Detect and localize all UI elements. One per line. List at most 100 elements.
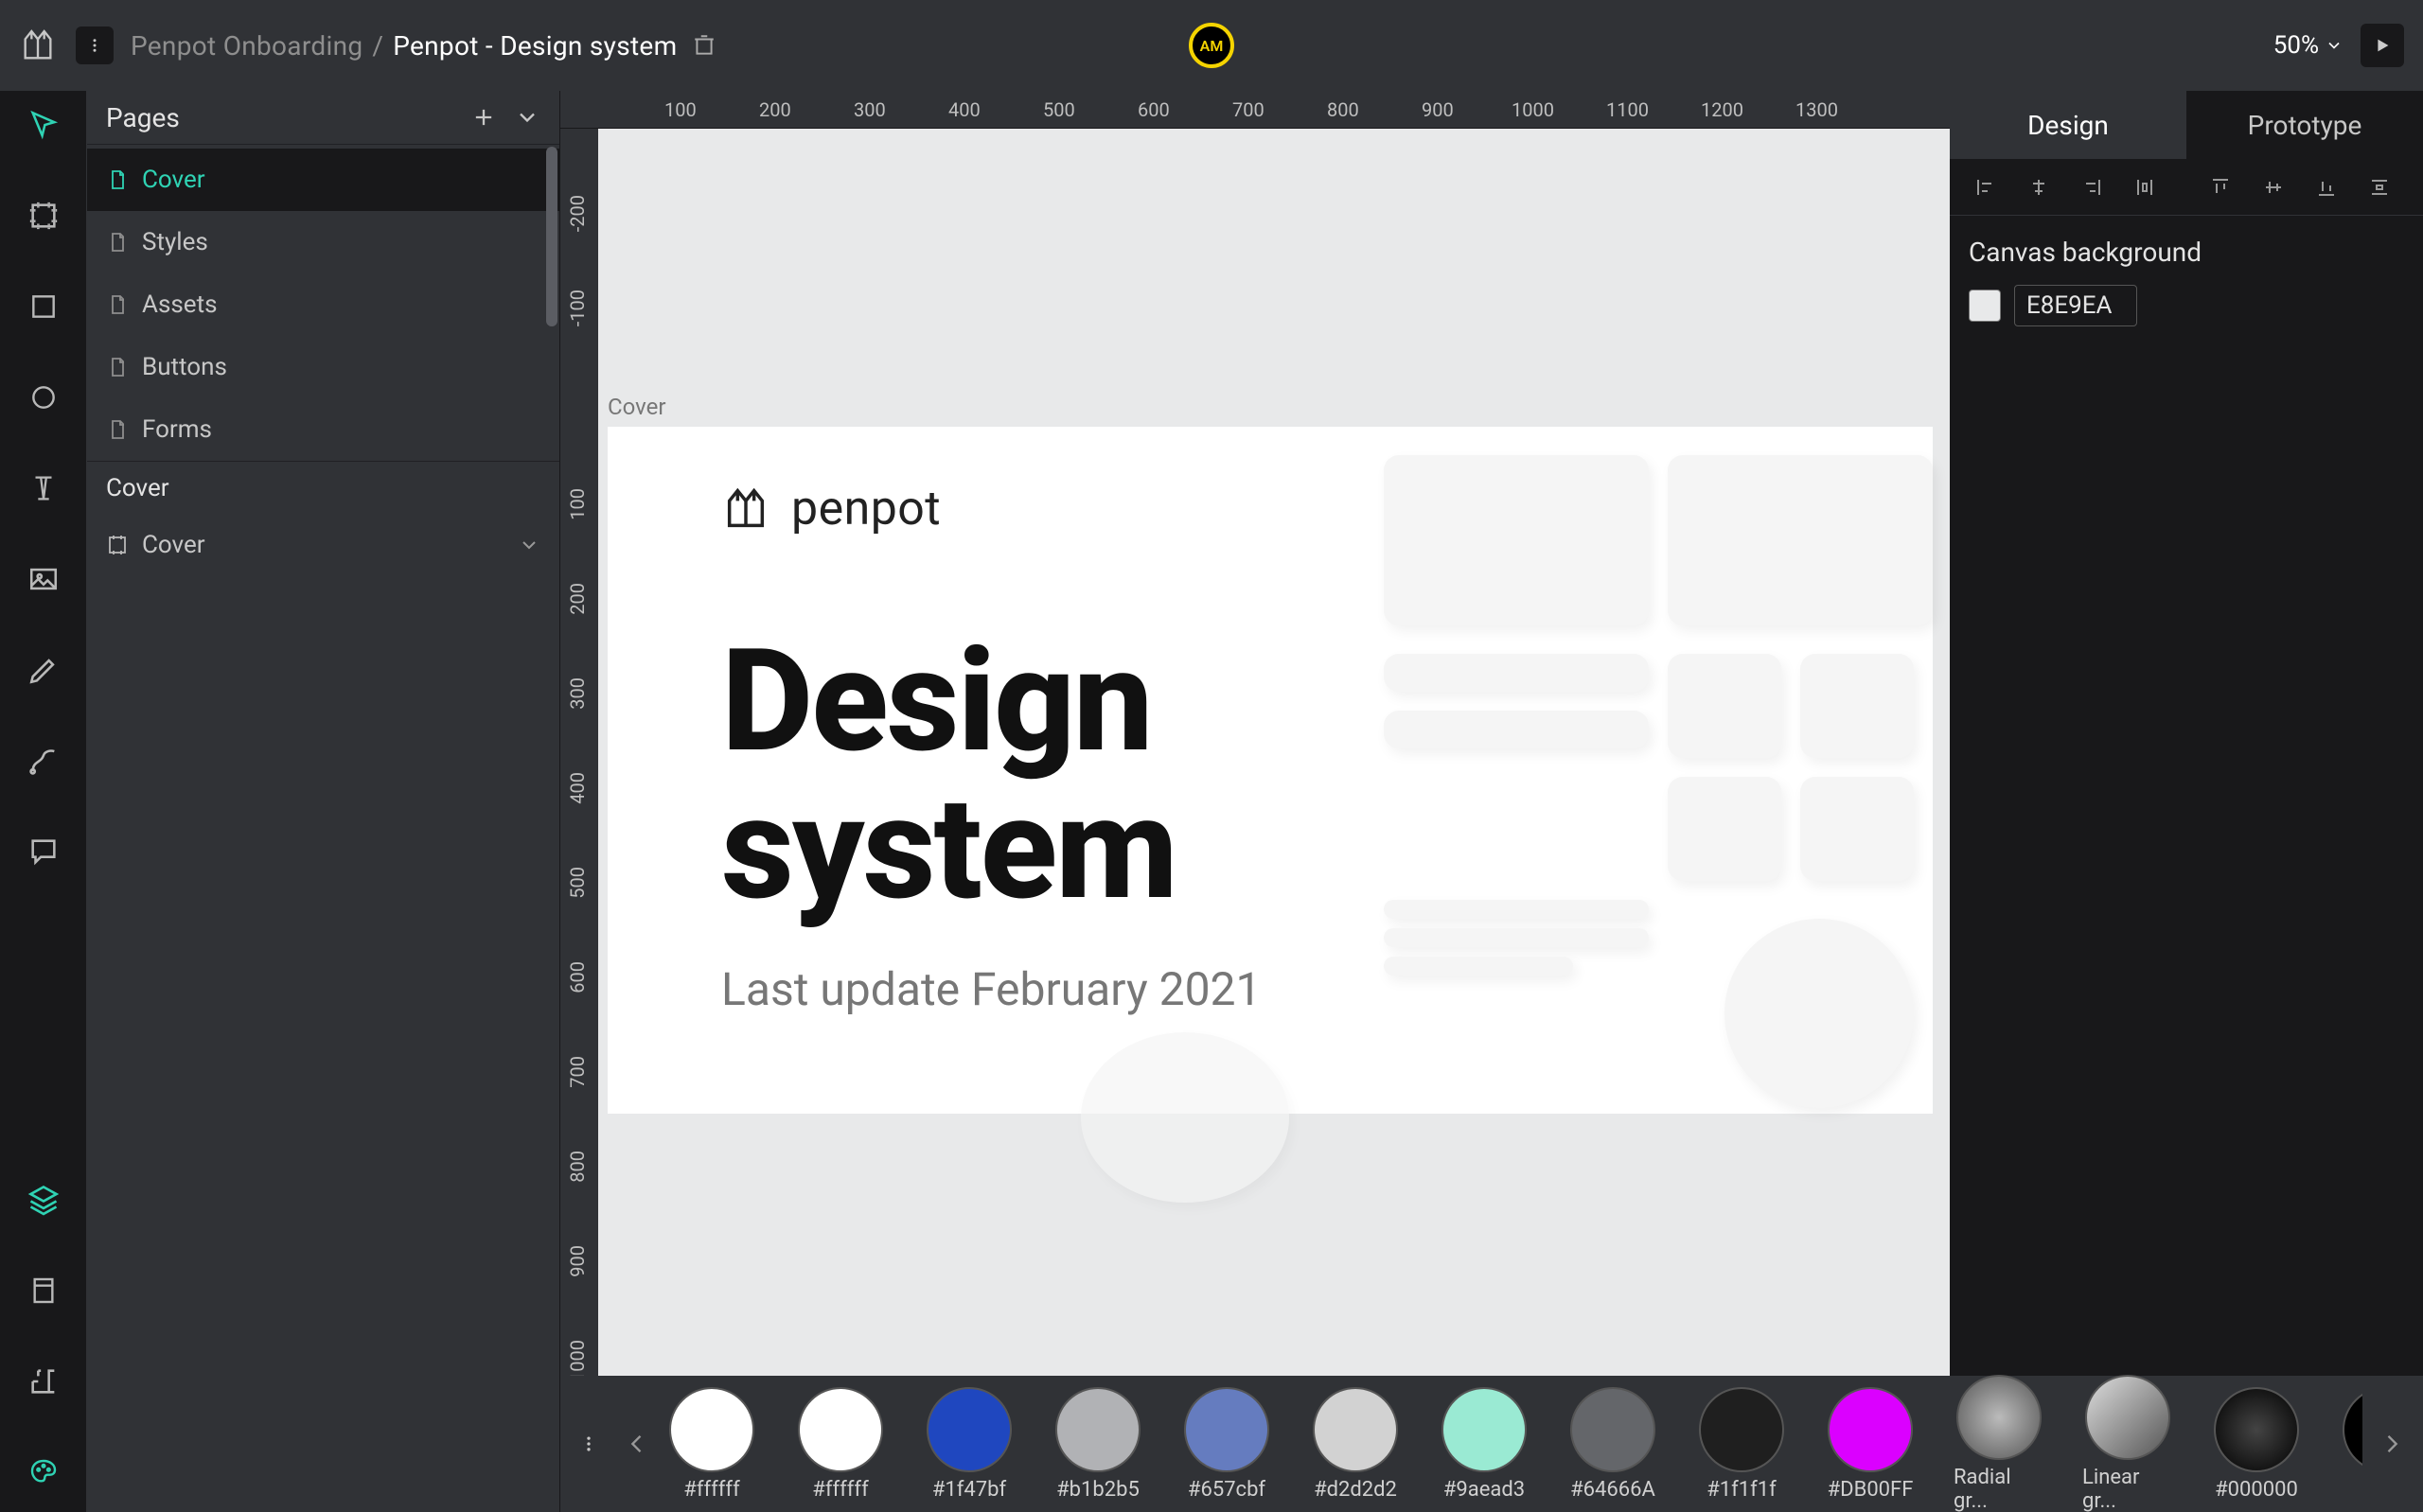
page-item-forms[interactable]: Forms <box>87 398 559 461</box>
image-tool[interactable] <box>17 553 70 606</box>
page-label: Cover <box>142 166 205 194</box>
page-icon <box>106 231 129 254</box>
ruler-tick: 100 <box>664 98 697 121</box>
pages-panel-header: Pages <box>87 91 559 144</box>
palette-color[interactable]: #ffffff <box>795 1387 886 1502</box>
palette-list: #ffffff #ffffff #1f47bf #b1b2b5 #657cbf #d2d2… <box>666 1375 2362 1512</box>
comment-tool[interactable] <box>17 825 70 878</box>
page-item-assets[interactable]: Assets <box>87 273 559 336</box>
pages-scrollbar[interactable] <box>546 147 557 326</box>
palette-color[interactable]: #64666A <box>1567 1387 1658 1502</box>
ruler-tick: 300 <box>566 677 589 710</box>
main-menu-button[interactable] <box>76 26 114 64</box>
palette-color[interactable]: #b1b2b5 <box>1052 1387 1143 1502</box>
palette-menu-button[interactable] <box>570 1431 608 1457</box>
palette-color[interactable]: #000000 <box>2211 1387 2302 1502</box>
page-icon <box>106 168 129 191</box>
palette-color-label: #9aead3 <box>1443 1478 1525 1502</box>
distribute-v-button[interactable] <box>2355 167 2404 208</box>
breadcrumb-project[interactable]: Penpot Onboarding <box>131 30 363 62</box>
align-right-button[interactable] <box>2067 167 2116 208</box>
horizontal-ruler[interactable]: 100 200 300 400 500 600 700 800 900 1000… <box>560 91 1950 129</box>
shared-library-icon[interactable] <box>692 33 716 58</box>
layers-root-label: Cover <box>106 474 169 502</box>
text-tool[interactable] <box>17 462 70 515</box>
palette-color[interactable]: #DB00FF <box>1825 1387 1916 1502</box>
canvas-bg-section-title: Canvas background <box>1950 216 2423 277</box>
brand-logo: penpot <box>721 482 941 536</box>
zoom-value: 50% <box>2273 31 2319 60</box>
frame-tool[interactable] <box>17 189 70 242</box>
align-top-button[interactable] <box>2196 167 2245 208</box>
canvas-bg-swatch[interactable] <box>1969 290 2001 322</box>
app-logo[interactable] <box>17 25 59 66</box>
align-left-button[interactable] <box>1961 167 2010 208</box>
page-icon <box>106 356 129 378</box>
user-initials: AM <box>1200 37 1224 55</box>
ruler-tick: 100 <box>566 488 589 520</box>
pages-list: Cover Styles Assets Buttons Forms <box>87 144 559 461</box>
palette-color[interactable]: Radi <box>2340 1387 2362 1502</box>
palette-color-label: #64666A <box>1570 1478 1655 1502</box>
layer-item-cover[interactable]: Cover <box>87 514 559 576</box>
vertical-ruler[interactable]: -200 -100 100 200 300 400 500 600 700 80… <box>560 129 598 1512</box>
tool-sidebar <box>0 91 87 1512</box>
palette-color[interactable]: #d2d2d2 <box>1310 1387 1401 1502</box>
page-label: Styles <box>142 228 208 256</box>
assets-panel-toggle[interactable] <box>17 1264 70 1317</box>
canvas-bg-hex-input[interactable]: E8E9EA <box>2014 285 2137 326</box>
add-page-button[interactable] <box>470 104 497 131</box>
palette-color[interactable]: Radial gr... <box>1954 1375 2044 1512</box>
align-hcenter-button[interactable] <box>2014 167 2063 208</box>
palette-prev-button[interactable] <box>615 1425 659 1463</box>
history-toggle[interactable] <box>17 1355 70 1408</box>
frame-icon <box>106 534 129 556</box>
page-label: Assets <box>142 290 218 319</box>
path-tool[interactable] <box>17 734 70 787</box>
layers-panel-toggle[interactable] <box>17 1173 70 1226</box>
palette-color[interactable]: Linear gr... <box>2082 1375 2173 1512</box>
palette-toggle[interactable] <box>17 1446 70 1499</box>
palette-color[interactable]: #1f47bf <box>924 1387 1015 1502</box>
user-avatar[interactable]: AM <box>1189 23 1234 68</box>
ruler-tick: 300 <box>854 98 886 121</box>
zoom-dropdown[interactable]: 50% <box>2273 31 2343 60</box>
breadcrumb: Penpot Onboarding / Penpot - Design syst… <box>131 30 716 62</box>
palette-color[interactable]: #1f1f1f <box>1696 1387 1787 1502</box>
artboard-label[interactable]: Cover <box>608 394 665 420</box>
palette-color-label: #ffffff <box>683 1478 739 1502</box>
page-item-buttons[interactable]: Buttons <box>87 336 559 398</box>
ruler-tick: 400 <box>948 98 981 121</box>
chevron-down-icon[interactable] <box>518 534 540 556</box>
left-panel: Pages Cover Styles Assets <box>87 91 560 1512</box>
palette-next-button[interactable] <box>2370 1425 2414 1463</box>
palette-color-label: #b1b2b5 <box>1056 1478 1140 1502</box>
align-bottom-button[interactable] <box>2302 167 2351 208</box>
artboard-cover[interactable]: penpot Design system Last update Februar… <box>608 427 1933 1114</box>
palette-color[interactable]: #9aead3 <box>1439 1387 1530 1502</box>
align-vcenter-button[interactable] <box>2249 167 2298 208</box>
view-mode-button[interactable] <box>2361 24 2404 67</box>
tab-prototype[interactable]: Prototype <box>2186 91 2423 159</box>
palette-color[interactable]: #ffffff <box>666 1387 757 1502</box>
rectangle-tool[interactable] <box>17 280 70 333</box>
move-tool[interactable] <box>17 98 70 151</box>
breadcrumb-separator: / <box>372 30 383 62</box>
ruler-tick: 700 <box>1232 98 1265 121</box>
palette-color-label: #DB00FF <box>1828 1478 1914 1502</box>
ruler-tick: 400 <box>566 772 589 804</box>
collapse-pages-button[interactable] <box>514 104 540 131</box>
distribute-h-button[interactable] <box>2120 167 2169 208</box>
page-label: Buttons <box>142 353 227 381</box>
ruler-tick: 600 <box>566 961 589 993</box>
palette-color[interactable]: #657cbf <box>1181 1387 1272 1502</box>
page-icon <box>106 293 129 316</box>
ruler-tick: 900 <box>566 1245 589 1277</box>
breadcrumb-file[interactable]: Penpot - Design system <box>393 30 677 62</box>
tab-design[interactable]: Design <box>1950 91 2186 159</box>
page-item-styles[interactable]: Styles <box>87 211 559 273</box>
page-item-cover[interactable]: Cover <box>87 149 559 211</box>
pen-tool[interactable] <box>17 643 70 696</box>
viewport[interactable]: Cover penpot Design system Last update F… <box>598 129 1950 1512</box>
ellipse-tool[interactable] <box>17 371 70 424</box>
